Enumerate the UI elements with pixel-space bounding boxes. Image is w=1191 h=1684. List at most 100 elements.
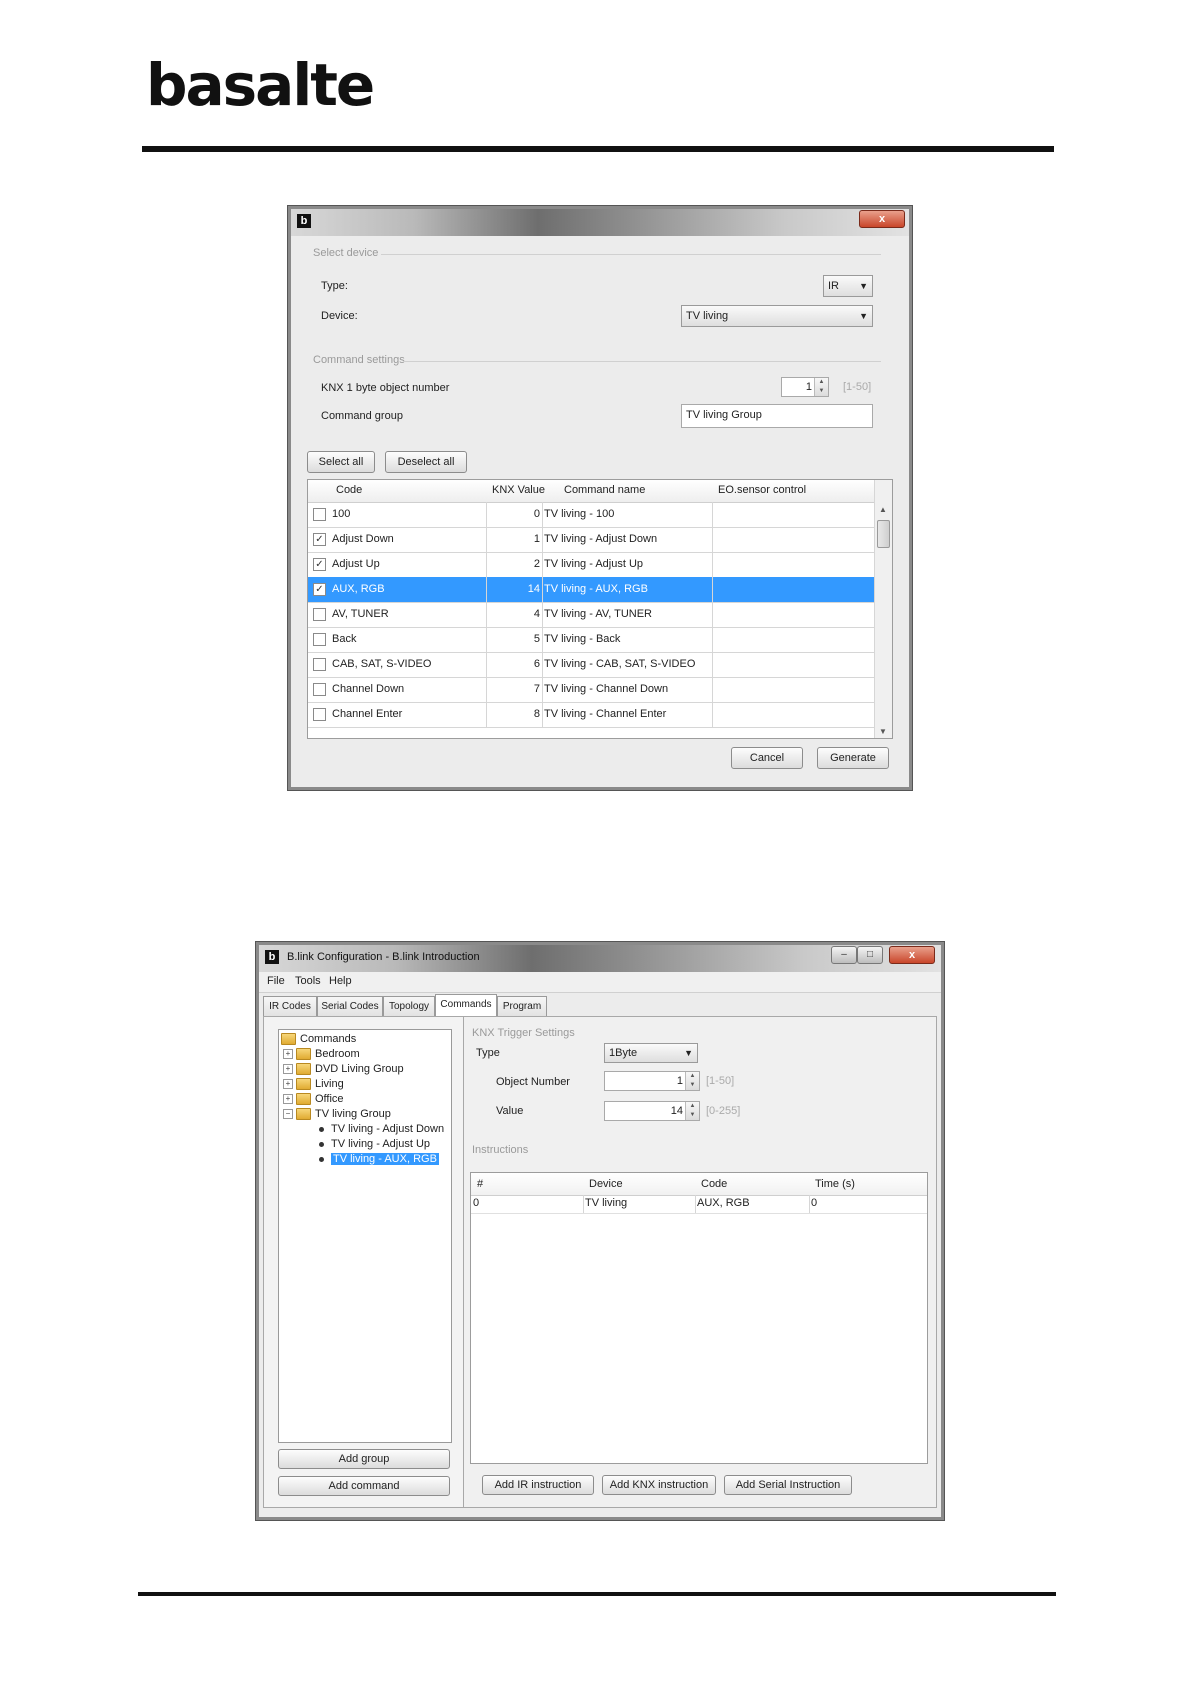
- scrollbar-thumb[interactable]: [877, 520, 890, 548]
- object-number-stepper[interactable]: 1 ▲ ▼: [604, 1071, 700, 1091]
- expand-icon[interactable]: +: [283, 1064, 293, 1075]
- app-titlebar: b B.link Configuration - B.link Introduc…: [259, 945, 941, 972]
- code-cell: Channel Down: [332, 683, 405, 695]
- checkbox[interactable]: [313, 658, 326, 671]
- type-select[interactable]: IR ▼: [823, 275, 873, 297]
- knx-object-number-stepper[interactable]: 1 ▲ ▼: [781, 377, 829, 397]
- device-label: Device:: [321, 310, 358, 322]
- deselect-all-button[interactable]: Deselect all: [385, 451, 467, 473]
- device-select[interactable]: TV living ▼: [681, 305, 873, 327]
- table-row[interactable]: Channel Enter 8 TV living - Channel Enter: [308, 702, 875, 728]
- folder-icon: [296, 1093, 311, 1106]
- instructions-header: # Device Code Time (s): [471, 1173, 927, 1196]
- expand-icon[interactable]: +: [283, 1079, 293, 1090]
- value-stepper[interactable]: 14 ▲ ▼: [604, 1101, 700, 1121]
- chevron-down-icon: ▼: [859, 281, 868, 291]
- code-cell: 100: [332, 508, 351, 520]
- tab-ir-codes[interactable]: IR Codes: [263, 996, 317, 1016]
- folder-icon: [296, 1048, 311, 1061]
- spinner-arrows-icon[interactable]: ▲ ▼: [685, 1072, 699, 1090]
- window-title: B.link Configuration - B.link Introducti…: [287, 951, 480, 963]
- select-all-button[interactable]: Select all: [307, 451, 375, 473]
- tab-commands[interactable]: Commands: [435, 994, 497, 1016]
- add-group-button[interactable]: Add group: [278, 1449, 450, 1469]
- code-cell: Back: [332, 633, 357, 645]
- menu-file[interactable]: File: [267, 975, 285, 987]
- checkbox[interactable]: [313, 508, 326, 521]
- table-row[interactable]: Channel Down 7 TV living - Channel Down: [308, 677, 875, 703]
- spinner-arrows-icon[interactable]: ▲ ▼: [814, 378, 828, 396]
- tree-node-bedroom[interactable]: + Bedroom: [283, 1048, 360, 1061]
- table-row[interactable]: ✓ Adjust Up 2 TV living - Adjust Up: [308, 552, 875, 578]
- menu-help[interactable]: Help: [329, 975, 352, 987]
- header-rule: [142, 146, 1054, 152]
- select-device-group-label: Select device: [313, 247, 379, 259]
- table-row[interactable]: AV, TUNER 4 TV living - AV, TUNER: [308, 602, 875, 628]
- checkbox-checked[interactable]: ✓: [313, 558, 326, 571]
- app-logo-icon: b: [297, 214, 311, 228]
- column-device: Device: [589, 1178, 623, 1190]
- expand-icon[interactable]: +: [283, 1094, 293, 1105]
- tree-node-adjust-up[interactable]: TV living - Adjust Up: [319, 1138, 430, 1150]
- add-command-button[interactable]: Add command: [278, 1476, 450, 1496]
- column-eo-sensor: EO.sensor control: [718, 484, 807, 496]
- scroll-up-icon[interactable]: ▲: [879, 505, 887, 514]
- blink-configuration-window: b B.link Configuration - B.link Introduc…: [256, 942, 944, 1520]
- table-scrollbar[interactable]: ▲ ▼: [874, 480, 892, 738]
- collapse-icon[interactable]: −: [283, 1109, 293, 1120]
- close-button[interactable]: x: [859, 210, 905, 228]
- command-group-input[interactable]: TV living Group: [681, 404, 873, 428]
- checkbox[interactable]: [313, 708, 326, 721]
- tab-program[interactable]: Program: [497, 996, 547, 1016]
- table-row[interactable]: Back 5 TV living - Back: [308, 627, 875, 653]
- tree-node-tv-living-group[interactable]: − TV living Group: [283, 1108, 391, 1121]
- cancel-button[interactable]: Cancel: [731, 747, 803, 769]
- menu-tools[interactable]: Tools: [295, 975, 321, 987]
- checkbox[interactable]: [313, 608, 326, 621]
- column-number: #: [477, 1178, 484, 1190]
- folder-icon: [296, 1078, 311, 1091]
- close-button[interactable]: x: [889, 946, 935, 964]
- code-cell: CAB, SAT, S-VIDEO: [332, 658, 432, 670]
- commands-table: Code KNX Value Command name EO.sensor co…: [307, 479, 893, 739]
- minimize-button[interactable]: –: [831, 946, 857, 964]
- tree-node-living[interactable]: + Living: [283, 1078, 344, 1091]
- generate-button[interactable]: Generate: [817, 747, 889, 769]
- table-row[interactable]: CAB, SAT, S-VIDEO 6 TV living - CAB, SAT, …: [308, 652, 875, 678]
- checkbox-checked[interactable]: ✓: [313, 583, 326, 596]
- maximize-button[interactable]: □: [857, 946, 883, 964]
- tree-node-aux-rgb[interactable]: TV living - AUX, RGB: [319, 1153, 439, 1165]
- table-row[interactable]: 100 0 TV living - 100: [308, 502, 875, 528]
- spinner-arrows-icon[interactable]: ▲ ▼: [685, 1102, 699, 1120]
- table-row[interactable]: ✓ Adjust Down 1 TV living - Adjust Down: [308, 527, 875, 553]
- tab-topology[interactable]: Topology: [383, 996, 435, 1016]
- tree-node-commands[interactable]: Commands: [281, 1033, 356, 1046]
- command-dot-icon: [319, 1126, 324, 1132]
- command-name-cell: TV living - AV, TUNER: [544, 608, 652, 620]
- add-ir-instruction-button[interactable]: Add IR instruction: [482, 1475, 594, 1495]
- tab-serial-codes[interactable]: Serial Codes: [317, 996, 383, 1016]
- tree-node-office[interactable]: + Office: [283, 1093, 344, 1106]
- table-row[interactable]: ✓ AUX, RGB 14 TV living - AUX, RGB: [308, 577, 875, 603]
- expand-icon[interactable]: +: [283, 1049, 293, 1060]
- object-number-range: [1-50]: [706, 1075, 735, 1087]
- trigger-type-label: Type: [476, 1047, 500, 1059]
- scroll-down-icon[interactable]: ▼: [879, 727, 887, 736]
- checkbox-checked[interactable]: ✓: [313, 533, 326, 546]
- checkbox[interactable]: [313, 633, 326, 646]
- column-time: Time (s): [815, 1178, 855, 1190]
- tree-node-adjust-down[interactable]: TV living - Adjust Down: [319, 1123, 444, 1135]
- command-dot-icon: [319, 1156, 324, 1162]
- checkbox[interactable]: [313, 683, 326, 696]
- instructions-group-label: Instructions: [472, 1144, 529, 1156]
- tree-node-dvd-living-group[interactable]: + DVD Living Group: [283, 1063, 404, 1076]
- knx-value-cell: 0: [533, 508, 540, 520]
- knx-object-label: KNX 1 byte object number: [321, 382, 450, 394]
- trigger-type-select[interactable]: 1Byte ▼: [604, 1043, 698, 1063]
- add-knx-instruction-button[interactable]: Add KNX instruction: [602, 1475, 716, 1495]
- command-name-cell: TV living - 100: [544, 508, 615, 520]
- add-serial-instruction-button[interactable]: Add Serial Instruction: [724, 1475, 852, 1495]
- table-row[interactable]: 0 TV living AUX, RGB 0: [471, 1195, 927, 1214]
- dialog-titlebar: b x: [291, 209, 909, 236]
- menu-bar: File Tools Help: [259, 972, 941, 993]
